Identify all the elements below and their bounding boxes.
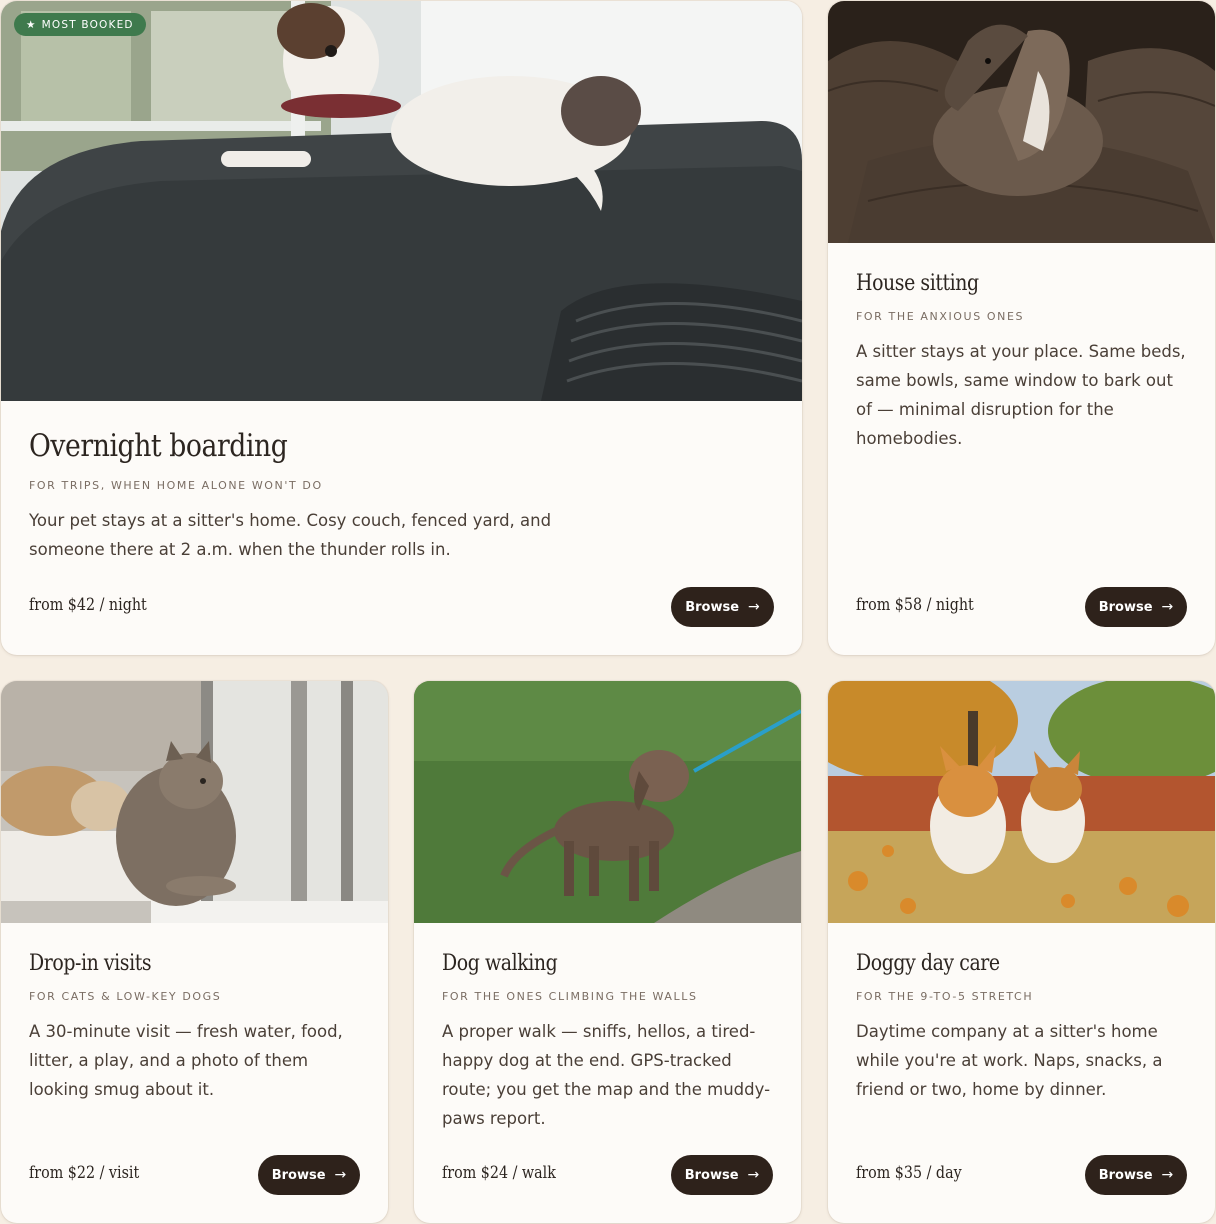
browse-button-label: Browse	[685, 599, 740, 615]
card-kicker: FOR THE ONES CLIMBING THE WALLS	[442, 990, 698, 1003]
card-title: Drop-in visits	[29, 951, 152, 976]
browse-button-label: Browse	[684, 1167, 739, 1183]
star-icon: ★	[26, 18, 37, 31]
card-description: Your pet stays at a sitter's home. Cosy …	[29, 511, 552, 559]
service-card-overnight-boarding[interactable]: ★ MOST BOOKED Overnight boarding FOR TRI…	[1, 1, 802, 655]
browse-button[interactable]: Browse →	[258, 1155, 360, 1195]
card-description: A 30-minute visit — fresh water, food, l…	[29, 1022, 343, 1099]
service-card-house-sitting[interactable]: House sitting FOR THE ANXIOUS ONES A sit…	[828, 1, 1215, 655]
card-kicker: FOR CATS & LOW-KEY DOGS	[29, 990, 222, 1003]
card-title: Overnight boarding	[29, 428, 288, 464]
browse-button-label: Browse	[1098, 599, 1153, 615]
browse-button-label: Browse	[271, 1167, 326, 1183]
card-kicker: FOR THE ANXIOUS ONES	[856, 310, 1025, 323]
card-title: Doggy day care	[856, 951, 1000, 976]
cat-at-window-photo	[1, 681, 388, 923]
card-price: from $22 / visit	[29, 1163, 140, 1183]
corgis-in-leaves-photo	[828, 681, 1215, 923]
card-kicker: FOR THE 9-TO-5 STRETCH	[856, 990, 1034, 1003]
card-price: from $58 / night	[856, 595, 974, 615]
card-price: from $42 / night	[29, 595, 147, 615]
card-description: Daytime company at a sitter's home while…	[856, 1022, 1163, 1099]
card-kicker: FOR TRIPS, WHEN HOME ALONE WON'T DO	[29, 479, 323, 492]
arrow-right-icon: →	[334, 1167, 347, 1183]
card-title: Dog walking	[442, 951, 558, 976]
card-description: A proper walk — sniffs, hellos, a tired-…	[442, 1022, 771, 1128]
browse-button[interactable]: Browse →	[671, 1155, 773, 1195]
dog-on-couch-photo	[1, 1, 802, 401]
service-card-dog-walking[interactable]: Dog walking FOR THE ONES CLIMBING THE WA…	[414, 681, 801, 1223]
browse-button[interactable]: Browse →	[1085, 1155, 1187, 1195]
card-price: from $35 / day	[856, 1163, 962, 1183]
browse-button[interactable]: Browse →	[671, 587, 774, 627]
badge-label: MOST BOOKED	[41, 18, 134, 31]
greyhound-on-armchair-photo	[828, 1, 1215, 243]
card-title: House sitting	[856, 271, 979, 296]
service-card-drop-in-visits[interactable]: Drop-in visits FOR CATS & LOW-KEY DOGS A…	[1, 681, 388, 1223]
most-booked-badge: ★ MOST BOOKED	[14, 13, 146, 36]
puppy-on-leash-photo	[414, 681, 801, 923]
arrow-right-icon: →	[1161, 599, 1174, 615]
service-card-doggy-day-care[interactable]: Doggy day care FOR THE 9-TO-5 STRETCH Da…	[828, 681, 1215, 1223]
card-description: A sitter stays at your place. Same beds,…	[856, 342, 1186, 448]
arrow-right-icon: →	[748, 599, 760, 615]
arrow-right-icon: →	[1161, 1167, 1174, 1183]
browse-button[interactable]: Browse →	[1085, 587, 1187, 627]
arrow-right-icon: →	[747, 1167, 760, 1183]
card-price: from $24 / walk	[442, 1163, 556, 1183]
browse-button-label: Browse	[1098, 1167, 1153, 1183]
